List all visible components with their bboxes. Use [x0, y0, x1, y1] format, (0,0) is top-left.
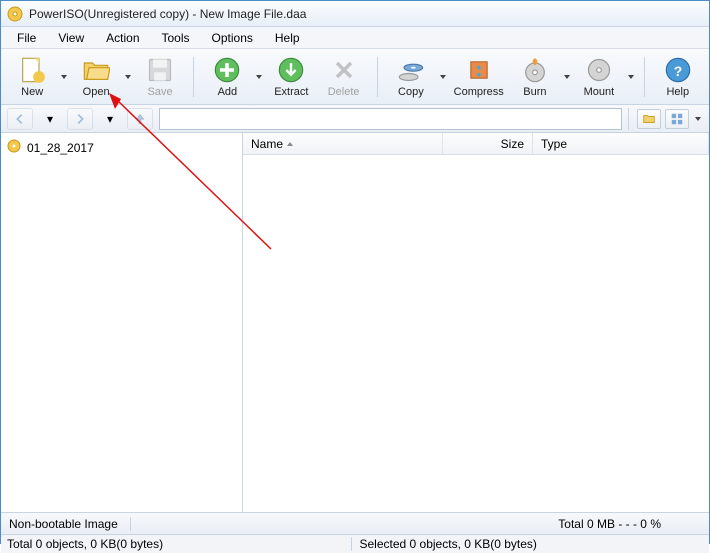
- new-file-icon: [18, 56, 46, 84]
- burn-button[interactable]: Burn: [510, 52, 560, 102]
- nav-forward-button[interactable]: [67, 108, 93, 130]
- view-list-button[interactable]: [665, 109, 689, 129]
- extract-button[interactable]: Extract: [266, 52, 316, 102]
- extract-icon: [277, 56, 305, 84]
- path-input[interactable]: [159, 108, 622, 130]
- window-title: PowerISO(Unregistered copy) - New Image …: [29, 7, 306, 21]
- footer-info: Non-bootable Image Total 0 MB - - - 0 %: [1, 513, 709, 535]
- open-label: Open: [83, 86, 110, 98]
- open-dropdown[interactable]: [123, 52, 133, 102]
- mount-dropdown[interactable]: [626, 52, 636, 102]
- menu-options[interactable]: Options: [202, 29, 263, 47]
- nav-back-button[interactable]: [7, 108, 33, 130]
- tree-item[interactable]: 01_28_2017: [5, 137, 238, 158]
- toolbar-separator: [644, 57, 645, 97]
- menubar: File View Action Tools Options Help: [1, 27, 709, 49]
- col-size-label: Size: [501, 137, 524, 151]
- navbar: ▾ ▾: [1, 105, 709, 133]
- burn-dropdown[interactable]: [562, 52, 572, 102]
- delete-label: Delete: [328, 86, 360, 98]
- extract-label: Extract: [274, 86, 308, 98]
- mount-button[interactable]: Mount: [574, 52, 624, 102]
- status-total: Total 0 objects, 0 KB(0 bytes): [7, 537, 352, 551]
- save-button[interactable]: Save: [135, 52, 185, 102]
- mount-icon: [585, 56, 613, 84]
- list-header: Name Size Type: [243, 133, 709, 155]
- compress-label: Compress: [454, 86, 504, 98]
- total-info: Total 0 MB - - - 0 %: [558, 517, 701, 531]
- help-label: Help: [666, 86, 689, 98]
- col-name-label: Name: [251, 137, 283, 151]
- new-dropdown[interactable]: [59, 52, 69, 102]
- compress-icon: [465, 56, 493, 84]
- app-icon: [7, 6, 23, 22]
- nav-back-dropdown[interactable]: ▾: [39, 108, 61, 130]
- menu-file[interactable]: File: [7, 29, 46, 47]
- copy-button[interactable]: Copy: [386, 52, 436, 102]
- sort-ascending-icon: [287, 142, 293, 146]
- menu-action[interactable]: Action: [96, 29, 149, 47]
- help-icon: ?: [664, 56, 692, 84]
- compress-button[interactable]: Compress: [450, 52, 508, 102]
- col-size[interactable]: Size: [443, 133, 533, 154]
- menu-help[interactable]: Help: [265, 29, 310, 47]
- toolbar-separator: [193, 57, 194, 97]
- col-type-label: Type: [541, 137, 567, 151]
- delete-button[interactable]: Delete: [318, 52, 368, 102]
- delete-icon: [330, 56, 358, 84]
- add-dropdown[interactable]: [255, 52, 265, 102]
- burn-label: Burn: [523, 86, 546, 98]
- main-area: 01_28_2017 Name Size Type: [1, 133, 709, 513]
- status-selected: Selected 0 objects, 0 KB(0 bytes): [352, 537, 704, 551]
- tree-item-label: 01_28_2017: [27, 141, 94, 155]
- disc-icon: [7, 139, 21, 156]
- copy-icon: [397, 56, 425, 84]
- view-dropdown[interactable]: [693, 109, 703, 129]
- menu-view[interactable]: View: [48, 29, 94, 47]
- menu-tools[interactable]: Tools: [152, 29, 200, 47]
- add-icon: [213, 56, 241, 84]
- nav-forward-dropdown[interactable]: ▾: [99, 108, 121, 130]
- svg-text:?: ?: [674, 62, 683, 78]
- add-button[interactable]: Add: [202, 52, 252, 102]
- burn-icon: [521, 56, 549, 84]
- view-folders-button[interactable]: [637, 109, 661, 129]
- nav-up-button[interactable]: [127, 108, 153, 130]
- titlebar: PowerISO(Unregistered copy) - New Image …: [1, 1, 709, 27]
- open-button[interactable]: Open: [71, 52, 121, 102]
- mount-label: Mount: [584, 86, 615, 98]
- list-panel: Name Size Type: [243, 133, 709, 512]
- boot-type: Non-bootable Image: [9, 517, 131, 531]
- col-type[interactable]: Type: [533, 133, 709, 154]
- new-label: New: [21, 86, 43, 98]
- add-label: Add: [218, 86, 238, 98]
- save-label: Save: [148, 86, 173, 98]
- toolbar: New Open Save Add Extract Delete Copy Co…: [1, 49, 709, 105]
- copy-label: Copy: [398, 86, 424, 98]
- open-folder-icon: [82, 56, 110, 84]
- toolbar-separator: [377, 57, 378, 97]
- copy-dropdown[interactable]: [438, 52, 448, 102]
- tree-panel[interactable]: 01_28_2017: [1, 133, 243, 512]
- new-button[interactable]: New: [7, 52, 57, 102]
- list-body[interactable]: [243, 155, 709, 512]
- save-icon: [146, 56, 174, 84]
- statusbar: Total 0 objects, 0 KB(0 bytes) Selected …: [1, 535, 709, 553]
- help-button[interactable]: ? Help: [653, 52, 703, 102]
- col-name[interactable]: Name: [243, 133, 443, 154]
